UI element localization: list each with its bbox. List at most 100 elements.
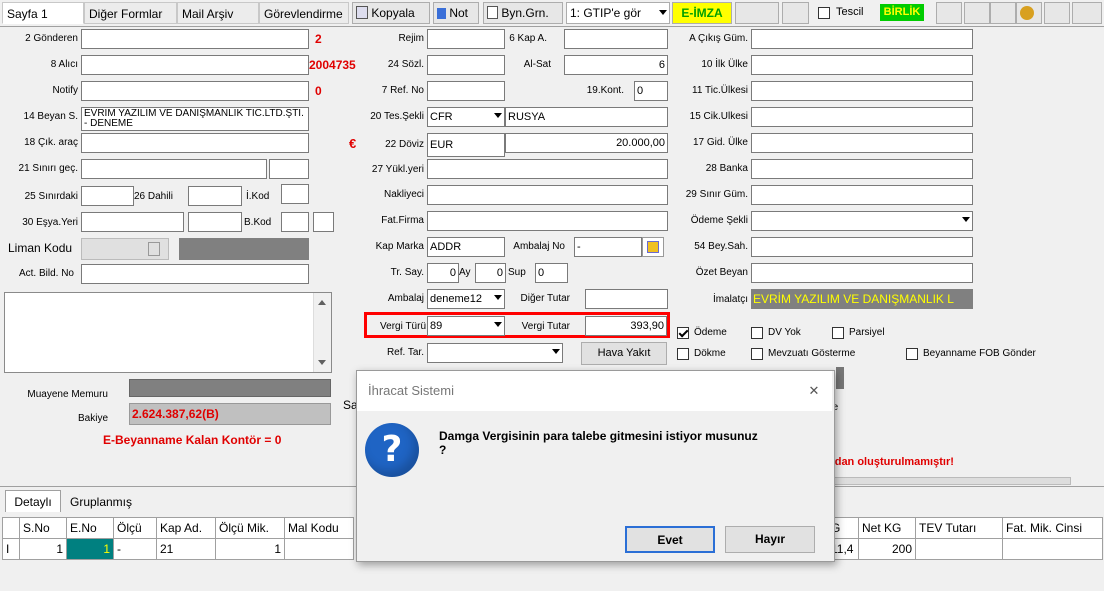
sinir-gum-input[interactable] <box>751 185 973 205</box>
tab-gruplanmis[interactable]: Gruplanmış <box>62 492 140 512</box>
col-fat-mik-cinsi[interactable]: Fat. Mik. Cinsi <box>1002 517 1103 539</box>
kont-input[interactable]: 0 <box>634 81 668 101</box>
al-sat-input[interactable]: 6 <box>564 55 668 75</box>
gonderen-input[interactable] <box>81 29 309 49</box>
a-cikis-input[interactable] <box>751 29 973 49</box>
cell-tev-tutari[interactable] <box>915 538 1003 560</box>
ref-tar-select[interactable] <box>427 343 563 363</box>
bkod-extra-input[interactable] <box>313 212 334 232</box>
esya-yeri-code-input[interactable] <box>188 212 242 232</box>
tes-sekli-select[interactable]: CFR <box>427 107 505 127</box>
toolbar-blank-button-1[interactable] <box>735 2 779 24</box>
alici-input[interactable] <box>81 55 309 75</box>
cell-mal-kodu[interactable] <box>284 538 354 560</box>
fob-checkbox[interactable] <box>906 348 918 360</box>
col-s-no[interactable]: S.No <box>19 517 67 539</box>
odeme-checkbox[interactable] <box>677 327 689 339</box>
hava-yakit-button[interactable]: Hava Yakıt <box>581 342 667 365</box>
dv-yok-checkbox[interactable] <box>751 327 763 339</box>
cell-kap-ad[interactable]: 21 <box>156 538 216 560</box>
rejim-input[interactable] <box>427 29 505 49</box>
liman-kodu-input[interactable] <box>81 238 169 260</box>
ambalaj-no-input[interactable]: - <box>574 237 642 257</box>
sinir-gec-code-input[interactable] <box>269 159 309 179</box>
table-row[interactable]: I 1 1 - 21 1 <box>2 538 354 560</box>
tescil-checkbox[interactable] <box>818 7 830 19</box>
not-button[interactable]: Not <box>433 2 479 24</box>
cell-s-no[interactable]: 1 <box>19 538 67 560</box>
toolbar-blank-button-2[interactable] <box>782 2 809 24</box>
ambalaj-select[interactable]: deneme12 <box>427 289 505 309</box>
odeme-sekli-select[interactable] <box>751 211 973 231</box>
notes-scrollbar[interactable] <box>313 293 331 372</box>
cik-arac-input[interactable] <box>81 133 309 153</box>
imalatci-value[interactable]: EVRİM YAZILIM VE DANIŞMANLIK L <box>751 289 973 309</box>
col-tev-tutari[interactable]: TEV Tutarı <box>915 517 1003 539</box>
tab-detayli[interactable]: Detaylı <box>5 490 61 512</box>
vergi-turu-select[interactable]: 89 <box>427 316 505 336</box>
sinirdaki-input[interactable] <box>81 186 134 206</box>
cell-olcu[interactable]: - <box>113 538 157 560</box>
vergi-tutar-input[interactable]: 393,90 <box>585 316 667 336</box>
kap-marka-input[interactable]: ADDR <box>427 237 505 257</box>
ambalaj-edit-button[interactable] <box>642 237 664 257</box>
ikod-input[interactable] <box>281 184 309 204</box>
evet-button[interactable]: Evet <box>625 526 715 553</box>
tab-mail-arsiv[interactable]: Mail Arşiv <box>177 2 259 24</box>
tes-yer-input[interactable]: RUSYA <box>505 107 668 127</box>
gtip-select[interactable]: 1: GTIP'e gör <box>566 2 670 24</box>
byn-grn-button[interactable]: Byn.Grn. <box>483 2 563 24</box>
tr-say-input[interactable]: 0 <box>427 263 459 283</box>
sup-input[interactable]: 0 <box>535 263 568 283</box>
act-bild-input[interactable] <box>81 264 309 284</box>
sinir-gec-input[interactable] <box>81 159 267 179</box>
ozet-beyan-input[interactable] <box>751 263 973 283</box>
tab-diger-formlar[interactable]: Diğer Formlar <box>84 2 177 24</box>
ay-input[interactable]: 0 <box>475 263 506 283</box>
doviz-tutar-input[interactable]: 20.000,00 <box>505 133 668 153</box>
dahili-input[interactable] <box>188 186 242 206</box>
parsiyel-checkbox[interactable] <box>832 327 844 339</box>
bey-sah-input[interactable] <box>751 237 973 257</box>
col-net-kg[interactable]: Net KG <box>858 517 916 539</box>
cik-ulkesi-input[interactable] <box>751 107 973 127</box>
cell-olcu-mik[interactable]: 1 <box>215 538 285 560</box>
nakliyeci-input[interactable] <box>427 185 668 205</box>
kopyala-button[interactable]: Kopyala <box>352 2 430 24</box>
col-mal-kodu[interactable]: Mal Kodu <box>284 517 354 539</box>
col-kap-ad[interactable]: Kap Ad. <box>156 517 216 539</box>
toolbar-blank-button-6[interactable] <box>1044 2 1070 24</box>
kap-a-input[interactable] <box>564 29 668 49</box>
cell-e-no[interactable]: 1 <box>66 538 114 560</box>
ilk-ulke-input[interactable] <box>751 55 973 75</box>
tab-sayfa-1[interactable]: Sayfa 1 <box>2 2 84 24</box>
tic-ulkesi-input[interactable] <box>751 81 973 101</box>
diger-tutar-input[interactable] <box>585 289 668 309</box>
gid-ulke-input[interactable] <box>751 133 973 153</box>
toolbar-blank-button-7[interactable] <box>1072 2 1102 24</box>
fat-firma-input[interactable] <box>427 211 668 231</box>
beyan-input[interactable]: EVRİM YAZILIM VE DANIŞMANLIK TİC.LTD.ŞTİ… <box>81 107 309 131</box>
notes-textarea[interactable] <box>4 292 332 373</box>
table-row[interactable]: 11,4 200 <box>827 538 1103 560</box>
dokme-checkbox[interactable] <box>677 348 689 360</box>
cell-fat-mik-cinsi[interactable] <box>1002 538 1103 560</box>
muayene-input[interactable] <box>129 379 331 397</box>
tools-button[interactable] <box>1016 2 1042 24</box>
hayir-button[interactable]: Hayır <box>725 526 815 553</box>
sozl-input[interactable] <box>427 55 505 75</box>
toolbar-blank-button-4[interactable] <box>964 2 990 24</box>
tab-gorevlendirme[interactable]: Görevlendirme <box>259 2 349 24</box>
close-icon[interactable]: ✕ <box>803 381 825 401</box>
notify-input[interactable] <box>81 81 309 101</box>
banka-input[interactable] <box>751 159 973 179</box>
mevzuati-checkbox[interactable] <box>751 348 763 360</box>
toolbar-blank-button-5[interactable] <box>990 2 1016 24</box>
bkod-input[interactable] <box>281 212 309 232</box>
birlik-badge[interactable]: BİRLİK <box>880 4 924 21</box>
toolbar-blank-button-3[interactable] <box>936 2 962 24</box>
col-e-no[interactable]: E.No <box>66 517 114 539</box>
ref-no-input[interactable] <box>427 81 505 101</box>
e-imza-button[interactable]: E-İMZA <box>672 2 732 24</box>
doviz-input[interactable]: EUR <box>427 133 505 157</box>
